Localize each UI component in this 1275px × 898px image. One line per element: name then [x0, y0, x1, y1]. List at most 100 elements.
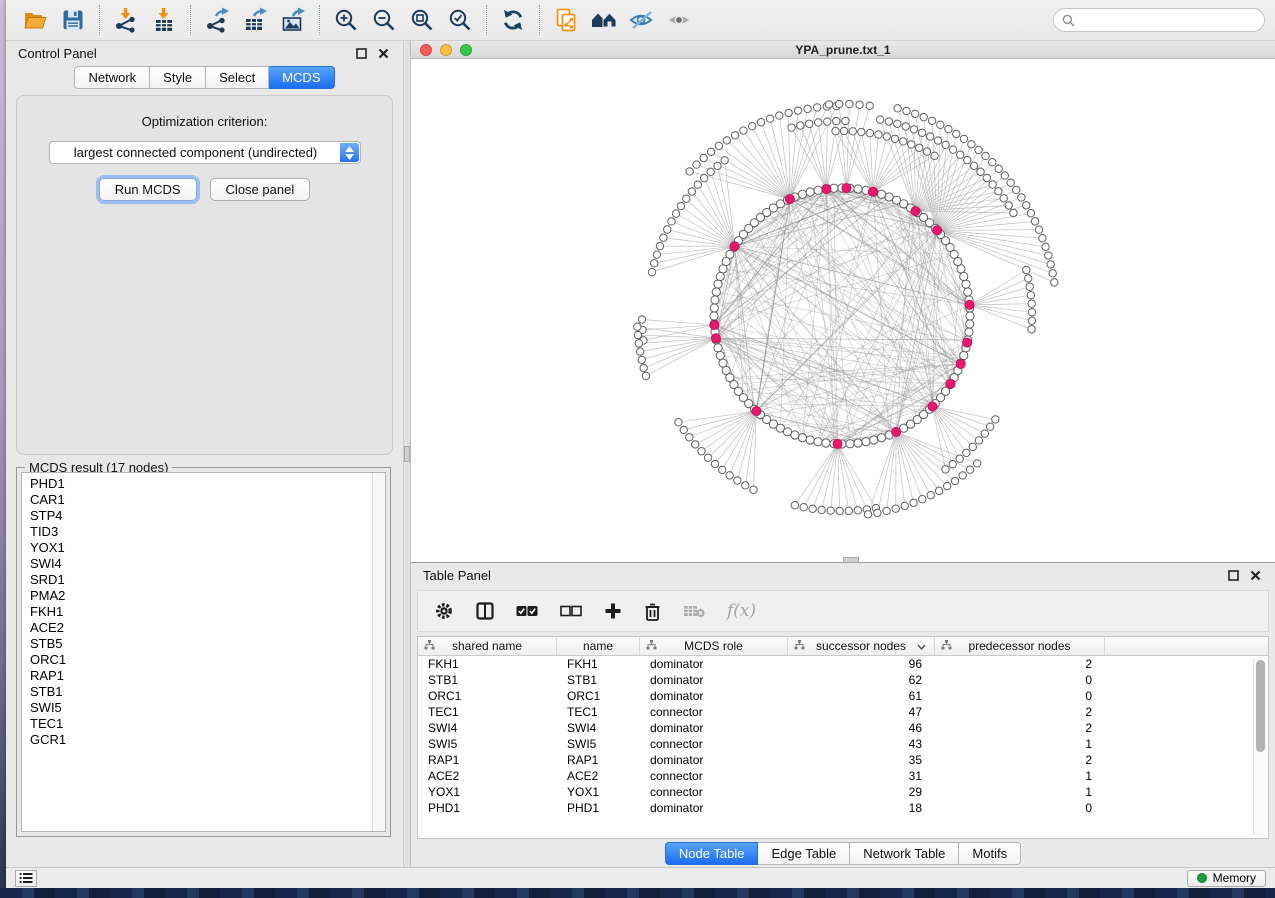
float-panel-icon[interactable] [1225, 568, 1241, 584]
zoom-selected-icon[interactable] [441, 4, 479, 36]
deselect-all-icon[interactable] [560, 605, 582, 617]
tab-mcds[interactable]: MCDS [269, 66, 334, 89]
status-bar: Memory [6, 867, 1275, 888]
show-all-icon[interactable] [661, 4, 699, 36]
zoom-out-icon[interactable] [365, 4, 403, 36]
export-network-icon[interactable] [198, 4, 236, 36]
open-file-icon[interactable] [16, 4, 54, 36]
splitter-grip[interactable] [404, 446, 410, 462]
tab-style[interactable]: Style [150, 66, 206, 89]
import-network-icon[interactable] [107, 4, 145, 36]
float-panel-icon[interactable] [353, 46, 369, 62]
close-panel-icon[interactable] [375, 46, 391, 62]
table-row[interactable]: YOX1YOX1connector291 [418, 784, 1268, 800]
mcds-result-item[interactable]: SWI4 [22, 556, 385, 572]
task-history-icon[interactable] [15, 870, 37, 887]
tab-network-table[interactable]: Network Table [850, 842, 959, 865]
export-table-icon[interactable] [236, 4, 274, 36]
close-panel-button[interactable]: Close panel [210, 178, 311, 201]
mcds-result-item[interactable]: STP4 [22, 508, 385, 524]
zoom-in-icon[interactable] [327, 4, 365, 36]
table-row[interactable]: TEC1TEC1connector472 [418, 704, 1268, 720]
mcds-result-item[interactable]: PMA2 [22, 588, 385, 604]
search-box[interactable] [1053, 8, 1265, 32]
save-session-icon[interactable] [54, 4, 92, 36]
mcds-result-item[interactable]: STB1 [22, 684, 385, 700]
table-toolbar: f(x) [417, 590, 1269, 632]
column-view-icon[interactable] [476, 602, 494, 620]
table-cell: FKH1 [557, 656, 640, 672]
table-row[interactable]: STB1STB1dominator620 [418, 672, 1268, 688]
search-input[interactable] [1080, 13, 1256, 27]
vertical-splitter[interactable] [403, 41, 411, 867]
refresh-layout-icon[interactable] [494, 4, 532, 36]
memory-button[interactable]: Memory [1187, 870, 1266, 887]
import-table-icon[interactable] [145, 4, 183, 36]
tab-select[interactable]: Select [206, 66, 269, 89]
mcds-result-item[interactable]: FKH1 [22, 604, 385, 620]
node-table-header: shared name name MCDS role s [418, 637, 1268, 656]
column-header-mcds-role[interactable]: MCDS role [640, 637, 788, 655]
control-panel-title: Control Panel [18, 46, 97, 61]
table-scrollbar-thumb[interactable] [1256, 660, 1265, 752]
export-image-icon[interactable] [274, 4, 312, 36]
tab-node-table[interactable]: Node Table [665, 842, 759, 865]
gear-icon[interactable] [434, 601, 454, 621]
mcds-result-item[interactable]: CAR1 [22, 492, 385, 508]
column-label: name [583, 639, 613, 653]
mcds-result-item[interactable]: ORC1 [22, 652, 385, 668]
column-header-predecessor-nodes[interactable]: predecessor nodes [935, 637, 1105, 655]
mcds-result-item[interactable]: YOX1 [22, 540, 385, 556]
mcds-result-list[interactable]: PHD1CAR1STP4TID3YOX1SWI4SRD1PMA2FKH1ACE2… [21, 472, 386, 832]
mcds-result-item[interactable]: STB5 [22, 636, 385, 652]
table-row[interactable]: RAP1RAP1dominator352 [418, 752, 1268, 768]
table-row[interactable]: ORC1ORC1dominator610 [418, 688, 1268, 704]
table-cell: dominator [640, 800, 788, 816]
mcds-result-item[interactable]: TEC1 [22, 716, 385, 732]
table-cell: 0 [935, 688, 1105, 704]
table-cell: SWI4 [557, 720, 640, 736]
table-cell: 2 [935, 752, 1105, 768]
mcds-result-item[interactable]: TID3 [22, 524, 385, 540]
table-row[interactable]: SWI5SWI5connector431 [418, 736, 1268, 752]
tab-edge-table[interactable]: Edge Table [758, 842, 850, 865]
duplicate-network-icon[interactable] [547, 4, 585, 36]
run-mcds-button[interactable]: Run MCDS [99, 178, 197, 201]
mcds-result-item[interactable]: RAP1 [22, 668, 385, 684]
select-all-icon[interactable] [516, 605, 538, 617]
mcds-result-item[interactable]: SWI5 [22, 700, 385, 716]
mcds-result-item[interactable]: GCR1 [22, 732, 385, 748]
tab-motifs[interactable]: Motifs [959, 842, 1021, 865]
network-graph[interactable] [411, 59, 1275, 562]
close-panel-icon[interactable] [1247, 568, 1263, 584]
table-row[interactable]: FKH1FKH1dominator962 [418, 656, 1268, 672]
table-row[interactable]: ACE2ACE2connector311 [418, 768, 1268, 784]
toolbar-separator [190, 5, 191, 35]
delete-column-icon[interactable] [644, 602, 661, 621]
table-cell: SWI4 [418, 720, 557, 736]
horizontal-splitter-grip[interactable] [843, 557, 859, 563]
criterion-value: largest connected component (undirected) [50, 145, 360, 160]
table-panel: Table Panel f(x) [411, 563, 1275, 867]
mcds-result-item[interactable]: SRD1 [22, 572, 385, 588]
zoom-fit-icon[interactable] [403, 4, 441, 36]
tab-network[interactable]: Network [74, 66, 150, 89]
table-cell: YOX1 [557, 784, 640, 800]
criterion-dropdown[interactable]: largest connected component (undirected) [49, 141, 361, 164]
hide-selected-icon[interactable] [623, 4, 661, 36]
column-header-successor-nodes[interactable]: successor nodes [788, 637, 935, 655]
mcds-result-item[interactable]: PHD1 [22, 476, 385, 492]
list-scrollbar-track[interactable] [372, 473, 385, 831]
column-header-name[interactable]: name [557, 637, 640, 655]
mcds-result-item[interactable]: ACE2 [22, 620, 385, 636]
table-scrollbar-track[interactable] [1253, 658, 1266, 835]
table-cell: SWI5 [557, 736, 640, 752]
table-row[interactable]: SWI4SWI4dominator462 [418, 720, 1268, 736]
column-header-shared-name[interactable]: shared name [418, 637, 557, 655]
table-cell: 18 [788, 800, 935, 816]
table-row[interactable]: PHD1PHD1dominator180 [418, 800, 1268, 816]
network-canvas[interactable] [411, 59, 1275, 562]
add-column-icon[interactable] [604, 602, 622, 620]
table-cell: 96 [788, 656, 935, 672]
home-view-icon[interactable] [585, 4, 623, 36]
